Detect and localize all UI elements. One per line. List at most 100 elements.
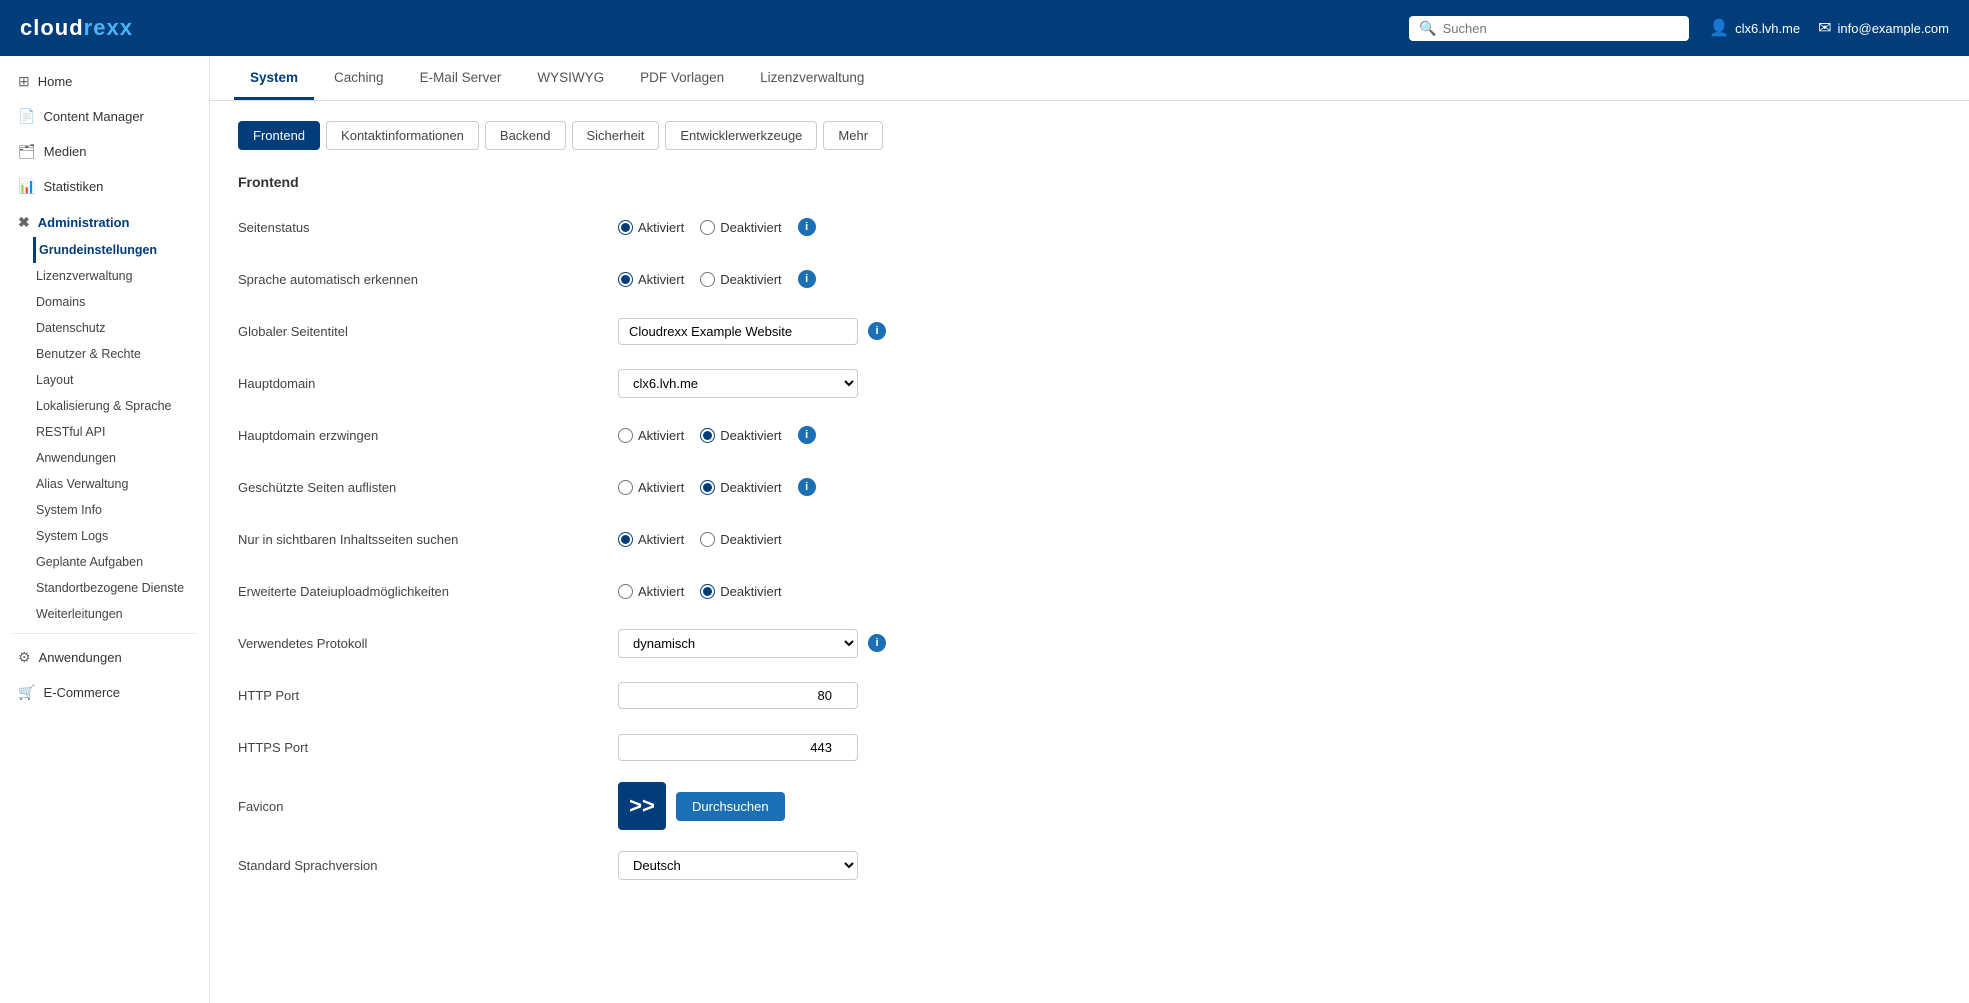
home-icon: ⊞	[18, 73, 30, 90]
subtab-entwicklerwerkzeuge[interactable]: Entwicklerwerkzeuge	[665, 121, 817, 150]
subtab-kontaktinformationen[interactable]: Kontaktinformationen	[326, 121, 479, 150]
sidebar-sub-lokalisierung-sprache[interactable]: Lokalisierung & Sprache	[36, 393, 209, 419]
info-icon-geschuetzte-seiten[interactable]: i	[798, 478, 816, 496]
user-domain[interactable]: 👤 clx6.lvh.me	[1709, 18, 1800, 38]
sidebar-sub-datenschutz[interactable]: Datenschutz	[36, 315, 209, 341]
radio-nur-sichtbare-deaktiviert[interactable]: Deaktiviert	[700, 532, 781, 547]
radio-sprache-deaktiviert[interactable]: Deaktiviert	[700, 272, 781, 287]
sidebar-sub-domains[interactable]: Domains	[36, 289, 209, 315]
radio-geschuetzte-deaktiviert[interactable]: Deaktiviert	[700, 480, 781, 495]
sidebar-sub-layout[interactable]: Layout	[36, 367, 209, 393]
form-row-seitenstatus: Seitenstatus Aktiviert Deaktiviert i	[238, 210, 1941, 244]
control-nur-sichtbare: Aktiviert Deaktiviert	[618, 532, 782, 547]
btn-browse-favicon[interactable]: Durchsuchen	[676, 792, 785, 821]
info-icon-sprache-erkennen[interactable]: i	[798, 270, 816, 288]
sidebar-sub-geplante-aufgaben[interactable]: Geplante Aufgaben	[36, 549, 209, 575]
info-icon-globaler-seitentitel[interactable]: i	[868, 322, 886, 340]
label-https-port: HTTPS Port	[238, 740, 618, 755]
label-seitenstatus: Seitenstatus	[238, 220, 618, 235]
sidebar-sub-system-logs[interactable]: System Logs	[36, 523, 209, 549]
statistiken-icon: 📊	[18, 178, 35, 195]
subtab-mehr[interactable]: Mehr	[823, 121, 883, 150]
tab-pdf-vorlagen[interactable]: PDF Vorlagen	[624, 56, 740, 100]
subtab-sicherheit[interactable]: Sicherheit	[572, 121, 660, 150]
select-standard-sprachversion[interactable]: Deutsch English Français	[618, 851, 858, 880]
form-row-https-port: HTTPS Port	[238, 730, 1941, 764]
sidebar-sub-system-info[interactable]: System Info	[36, 497, 209, 523]
sidebar-item-content-manager[interactable]: 📄 Content Manager	[0, 99, 209, 134]
control-https-port	[618, 734, 858, 761]
subtab-frontend[interactable]: Frontend	[238, 121, 320, 150]
tab-email-server[interactable]: E-Mail Server	[404, 56, 518, 100]
content-area: System Caching E-Mail Server WYSIWYG PDF…	[210, 56, 1969, 1003]
topnav: cloudrexx 🔍 👤 clx6.lvh.me ✉ info@example…	[0, 0, 1969, 56]
label-http-port: HTTP Port	[238, 688, 618, 703]
select-verwendetes-protokoll[interactable]: dynamisch http https	[618, 629, 858, 658]
input-https-port[interactable]	[618, 734, 858, 761]
info-icon-hauptdomain-erzwingen[interactable]: i	[798, 426, 816, 444]
select-hauptdomain[interactable]: clx6.lvh.me	[618, 369, 858, 398]
favicon-preview-icon: >>	[629, 793, 655, 819]
form-row-globaler-seitentitel: Globaler Seitentitel i	[238, 314, 1941, 348]
radio-geschuetzte-aktiviert[interactable]: Aktiviert	[618, 480, 684, 495]
sidebar-sub-restful-api[interactable]: RESTful API	[36, 419, 209, 445]
radio-hauptdomain-aktiviert[interactable]: Aktiviert	[618, 428, 684, 443]
control-hauptdomain-erzwingen: Aktiviert Deaktiviert i	[618, 426, 816, 444]
tab-system[interactable]: System	[234, 56, 314, 100]
sidebar-sub-standortbezogene-dienste[interactable]: Standortbezogene Dienste	[36, 575, 209, 601]
form-row-verwendetes-protokoll: Verwendetes Protokoll dynamisch http htt…	[238, 626, 1941, 660]
main-layout: ⊞ Home 📄 Content Manager 🗂 Medien 📊 Stat…	[0, 56, 1969, 1003]
content-body: Frontend Kontaktinformationen Backend Si…	[210, 101, 1969, 920]
input-globaler-seitentitel[interactable]	[618, 318, 858, 345]
control-standard-sprachversion: Deutsch English Français	[618, 851, 858, 880]
control-sprache-erkennen: Aktiviert Deaktiviert i	[618, 270, 816, 288]
tab-caching[interactable]: Caching	[318, 56, 400, 100]
sidebar-item-statistiken[interactable]: 📊 Statistiken	[0, 169, 209, 204]
sidebar-section-administration[interactable]: ✖ Administration	[0, 204, 209, 237]
sidebar-item-anwendungen-bottom[interactable]: ⚙ Anwendungen	[0, 640, 209, 675]
sidebar-sub-weiterleitungen[interactable]: Weiterleitungen	[36, 601, 209, 627]
search-icon: 🔍	[1419, 20, 1436, 37]
sidebar-item-medien[interactable]: 🗂 Medien	[0, 134, 209, 169]
medien-icon: 🗂	[18, 143, 36, 160]
radio-seitenstatus-aktiviert[interactable]: Aktiviert	[618, 220, 684, 235]
subtab-backend[interactable]: Backend	[485, 121, 566, 150]
control-verwendetes-protokoll: dynamisch http https i	[618, 629, 886, 658]
top-tabs: System Caching E-Mail Server WYSIWYG PDF…	[210, 56, 1969, 101]
tab-lizenzverwaltung[interactable]: Lizenzverwaltung	[744, 56, 880, 100]
search-bar[interactable]: 🔍	[1409, 16, 1689, 41]
radio-hauptdomain-deaktiviert[interactable]: Deaktiviert	[700, 428, 781, 443]
radio-erweiterte-deaktiviert[interactable]: Deaktiviert	[700, 584, 781, 599]
info-icon-verwendetes-protokoll[interactable]: i	[868, 634, 886, 652]
form-row-sprache-erkennen: Sprache automatisch erkennen Aktiviert D…	[238, 262, 1941, 296]
label-standard-sprachversion: Standard Sprachversion	[238, 858, 618, 873]
sidebar: ⊞ Home 📄 Content Manager 🗂 Medien 📊 Stat…	[0, 56, 210, 1003]
control-hauptdomain: clx6.lvh.me	[618, 369, 858, 398]
section-title: Frontend	[238, 174, 1941, 190]
radio-erweiterte-aktiviert[interactable]: Aktiviert	[618, 584, 684, 599]
form-row-geschuetzte-seiten: Geschützte Seiten auflisten Aktiviert De…	[238, 470, 1941, 504]
input-http-port[interactable]	[618, 682, 858, 709]
user-email[interactable]: ✉ info@example.com	[1818, 18, 1949, 38]
form-row-hauptdomain-erzwingen: Hauptdomain erzwingen Aktiviert Deaktivi…	[238, 418, 1941, 452]
search-input[interactable]	[1443, 21, 1680, 36]
sidebar-sub-lizenzverwaltung[interactable]: Lizenzverwaltung	[36, 263, 209, 289]
radio-seitenstatus-deaktiviert[interactable]: Deaktiviert	[700, 220, 781, 235]
sidebar-item-e-commerce[interactable]: 🛒 E-Commerce	[0, 675, 209, 710]
sidebar-sub-benutzer-rechte[interactable]: Benutzer & Rechte	[36, 341, 209, 367]
form-row-http-port: HTTP Port	[238, 678, 1941, 712]
radio-sprache-aktiviert[interactable]: Aktiviert	[618, 272, 684, 287]
tab-wysiwyg[interactable]: WYSIWYG	[521, 56, 620, 100]
sidebar-sub-grundeinstellungen[interactable]: Grundeinstellungen	[33, 237, 209, 263]
label-hauptdomain-erzwingen: Hauptdomain erzwingen	[238, 428, 618, 443]
control-globaler-seitentitel: i	[618, 318, 886, 345]
sidebar-sub-anwendungen[interactable]: Anwendungen	[36, 445, 209, 471]
sidebar-item-home[interactable]: ⊞ Home	[0, 64, 209, 99]
anwendungen-icon: ⚙	[18, 649, 31, 666]
sidebar-sub-alias-verwaltung[interactable]: Alias Verwaltung	[36, 471, 209, 497]
e-commerce-icon: 🛒	[18, 684, 35, 701]
radio-nur-sichtbare-aktiviert[interactable]: Aktiviert	[618, 532, 684, 547]
info-icon-seitenstatus[interactable]: i	[798, 218, 816, 236]
control-erweiterte-dateiupload: Aktiviert Deaktiviert	[618, 584, 782, 599]
form-row-erweiterte-dateiupload: Erweiterte Dateiuploadmöglichkeiten Akti…	[238, 574, 1941, 608]
